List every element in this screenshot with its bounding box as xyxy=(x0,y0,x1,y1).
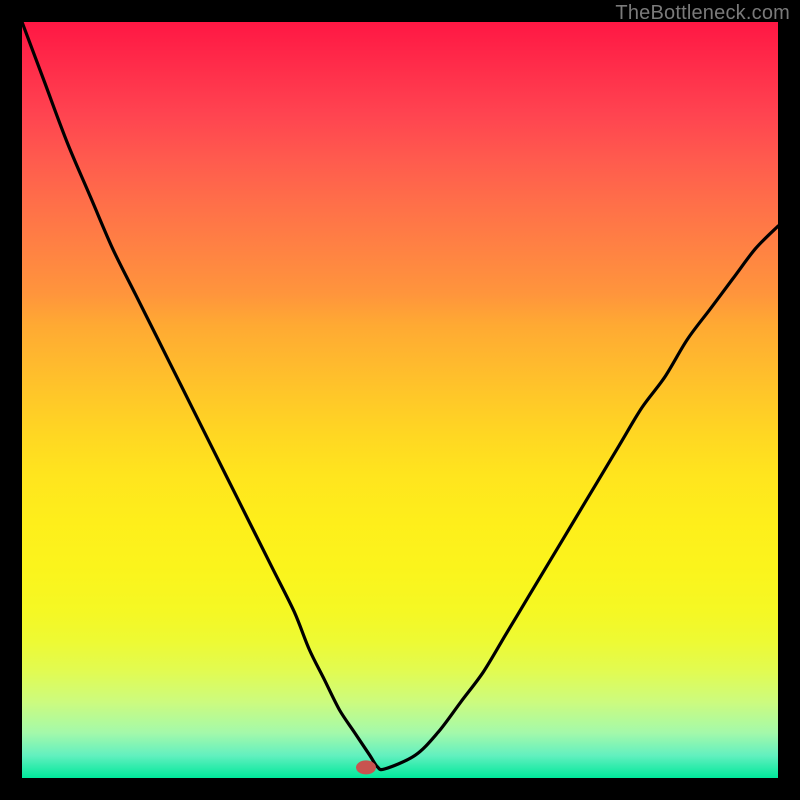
bottleneck-curve xyxy=(22,22,778,770)
plot-area xyxy=(22,22,778,778)
optimum-marker xyxy=(356,760,376,774)
watermark-text: TheBottleneck.com xyxy=(615,2,790,25)
chart-frame: TheBottleneck.com xyxy=(0,0,800,800)
curve-layer xyxy=(22,22,778,778)
